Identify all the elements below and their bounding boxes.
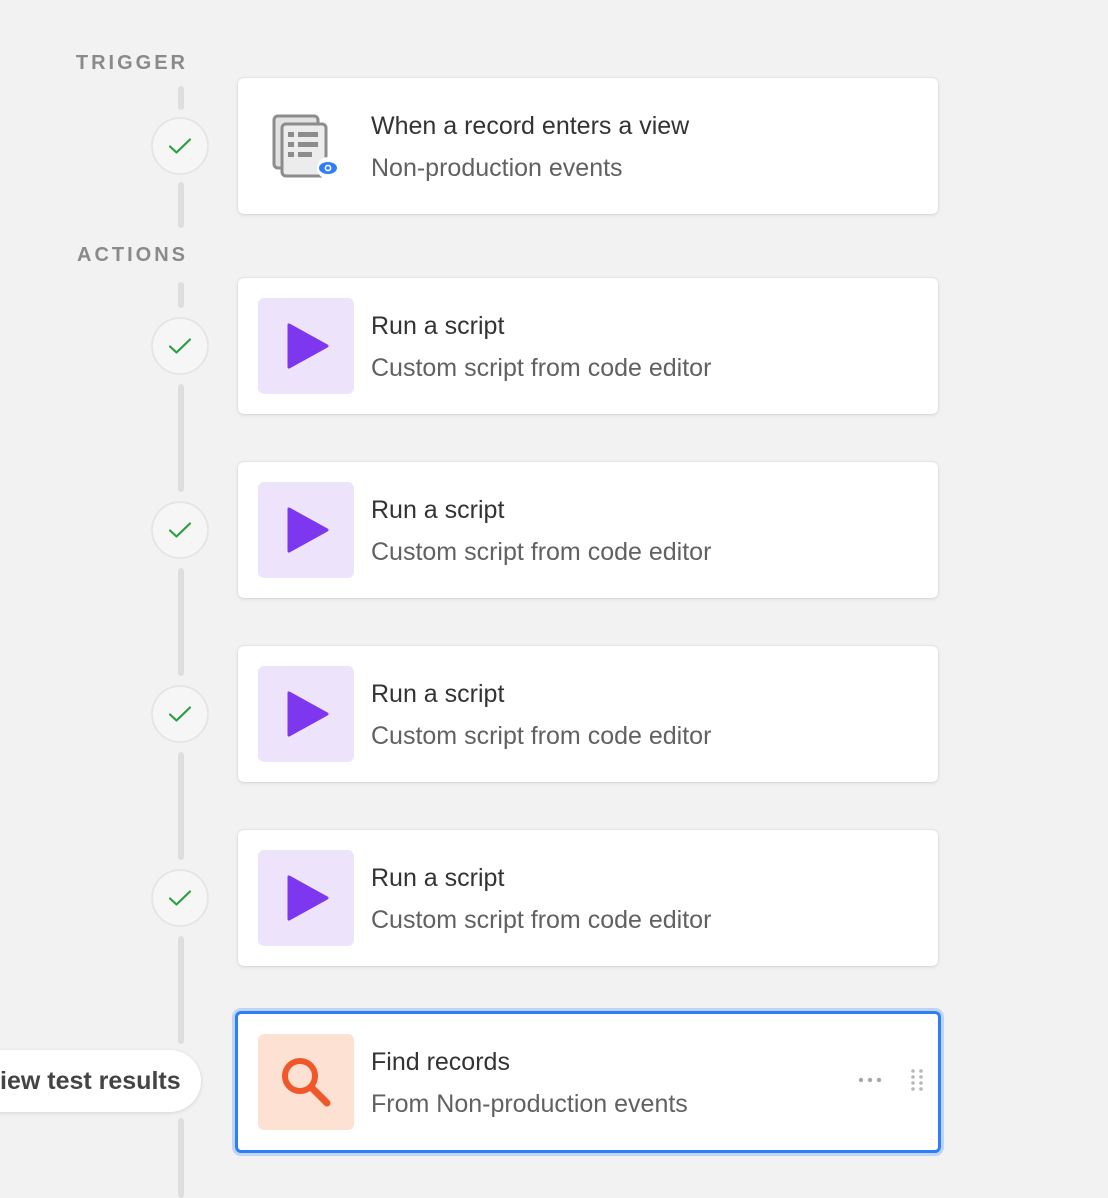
timeline-rail — [178, 182, 184, 228]
timeline-rail — [178, 384, 184, 492]
more-options-icon[interactable] — [858, 1077, 882, 1083]
action-2-status-check — [151, 501, 209, 559]
find-icon-tile — [258, 1034, 354, 1130]
trigger-status-check — [151, 117, 209, 175]
action-title: Find records — [371, 1048, 510, 1076]
play-icon — [287, 875, 329, 921]
action-card-run-script[interactable]: Run a script Custom script from code edi… — [238, 646, 938, 782]
timeline-rail — [178, 86, 184, 110]
action-subtitle: Custom script from code editor — [371, 722, 712, 750]
timeline-rail — [178, 936, 184, 1044]
play-icon — [287, 323, 329, 369]
action-subtitle: Custom script from code editor — [371, 538, 712, 566]
action-card-run-script[interactable]: Run a script Custom script from code edi… — [238, 830, 938, 966]
record-view-icon — [272, 114, 339, 179]
action-3-status-check — [151, 685, 209, 743]
script-icon-tile — [258, 298, 354, 394]
action-1-status-check — [151, 317, 209, 375]
action-card-run-script[interactable]: Run a script Custom script from code edi… — [238, 278, 938, 414]
script-icon-tile — [258, 482, 354, 578]
timeline-rail — [178, 752, 184, 860]
action-title: Run a script — [371, 864, 505, 892]
trigger-subtitle: Non-production events — [371, 154, 623, 182]
check-icon — [168, 138, 192, 154]
script-icon-tile — [258, 666, 354, 762]
action-card-find-records[interactable]: Find records From Non-production events — [235, 1011, 941, 1153]
action-4-status-check — [151, 869, 209, 927]
check-icon — [168, 522, 192, 538]
timeline-rail — [178, 568, 184, 676]
check-icon — [168, 338, 192, 354]
check-icon — [168, 890, 192, 906]
search-icon — [282, 1058, 331, 1107]
actions-section-label: ACTIONS — [77, 244, 188, 266]
action-title: Run a script — [371, 496, 505, 524]
timeline-rail — [178, 282, 184, 308]
trigger-section-label: TRIGGER — [75, 52, 188, 74]
action-subtitle: Custom script from code editor — [371, 354, 712, 382]
action-subtitle: From Non-production events — [371, 1090, 688, 1118]
trigger-card[interactable]: When a record enters a view Non-producti… — [238, 78, 938, 214]
action-card-run-script[interactable]: Run a script Custom script from code edi… — [238, 462, 938, 598]
play-icon — [287, 507, 329, 553]
script-icon-tile — [258, 850, 354, 946]
play-icon — [287, 691, 329, 737]
trigger-icon-tile — [258, 98, 354, 194]
action-title: Run a script — [371, 312, 505, 340]
trigger-title: When a record enters a view — [371, 112, 690, 140]
action-subtitle: Custom script from code editor — [371, 906, 712, 934]
view-test-results-button[interactable]: iew test results — [0, 1050, 201, 1112]
action-title: Run a script — [371, 680, 505, 708]
drag-handle-icon[interactable] — [910, 1068, 924, 1092]
check-icon — [168, 706, 192, 722]
timeline-rail — [178, 1118, 184, 1198]
